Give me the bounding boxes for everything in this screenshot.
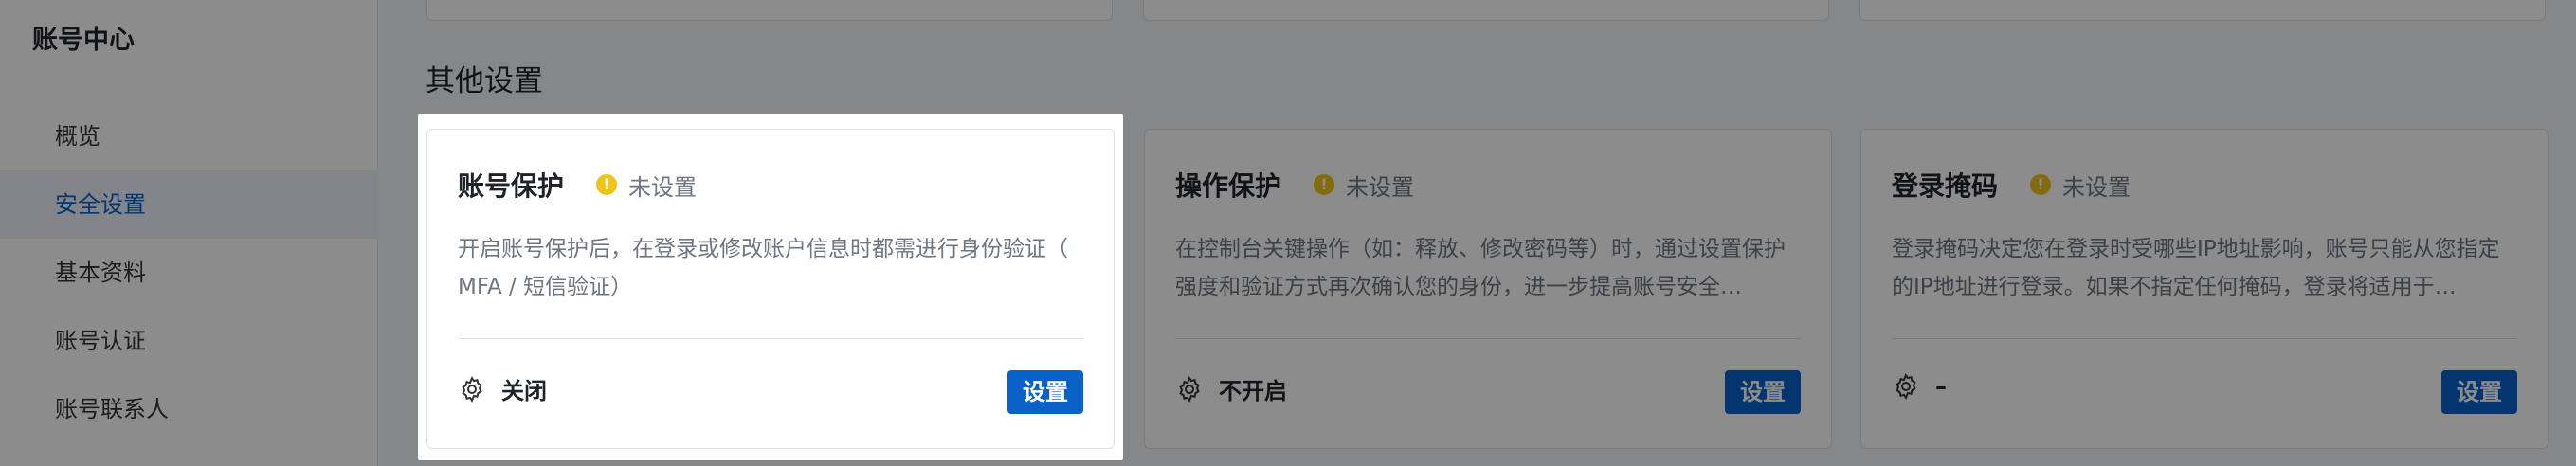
divider: [1175, 338, 1801, 339]
set-button[interactable]: 设置: [1725, 370, 1801, 414]
sidebar-item-overview[interactable]: 概览: [0, 102, 378, 170]
divider: [458, 338, 1083, 339]
previous-card-fragment: [426, 0, 1113, 21]
status-text: 未设置: [1346, 173, 1415, 201]
warning-icon: !: [2030, 174, 2052, 195]
gear-icon: [1179, 375, 1200, 403]
account-protection-card: 账号保护 ! 未设置 开启账号保护后，在登录或修改账户信息时都需进行身份验证（ …: [426, 129, 1115, 449]
set-button[interactable]: 设置: [1007, 370, 1083, 414]
set-button[interactable]: 设置: [2441, 370, 2517, 414]
previous-card-fragment: [1143, 0, 1829, 21]
sidebar-title: 账号中心: [32, 26, 135, 55]
login-mask-card: 登录掩码 ! 未设置 登录掩码决定您在登录时受哪些IP地址影响，账号只能从您指定…: [1860, 129, 2549, 449]
card-description: 登录掩码决定您在登录时受哪些IP地址影响，账号只能从您指定的IP地址进行登录。如…: [1892, 237, 2500, 299]
warning-icon: !: [596, 174, 618, 195]
card-title: 账号保护: [458, 170, 565, 202]
sidebar-item-security-settings[interactable]: 安全设置: [0, 170, 378, 239]
footer-status-label: –: [1935, 373, 1947, 400]
status-text: 未设置: [2062, 173, 2132, 201]
sidebar-nav: 概览 安全设置 基本资料 账号认证 账号联系人: [0, 102, 378, 443]
highlight-spotlight: 账号保护 ! 未设置 开启账号保护后，在登录或修改账户信息时都需进行身份验证（ …: [418, 114, 1123, 460]
divider: [1892, 338, 2517, 339]
card-title: 登录掩码: [1892, 170, 1999, 202]
previous-card-fragment: [1859, 0, 2546, 21]
card-title: 操作保护: [1175, 170, 1282, 202]
footer-status-label: 关闭: [501, 378, 547, 404]
gear-icon: [1896, 372, 1916, 401]
footer-status-label: 不开启: [1219, 378, 1287, 404]
card-description: 在控制台关键操作（如：释放、修改密码等）时，通过设置保护强度和验证方式再次确认您…: [1175, 237, 1786, 299]
gear-icon: [462, 375, 482, 403]
sidebar-item-account-contacts[interactable]: 账号联系人: [0, 375, 378, 443]
sidebar: 账号中心 概览 安全设置 基本资料 账号认证 账号联系人: [0, 0, 378, 466]
sidebar-item-basic-info[interactable]: 基本资料: [0, 239, 378, 307]
section-title: 其他设置: [426, 64, 543, 99]
status-text: 未设置: [628, 173, 698, 201]
operation-protection-card: 操作保护 ! 未设置 在控制台关键操作（如：释放、修改密码等）时，通过设置保护强…: [1144, 129, 1832, 449]
warning-icon: !: [1314, 174, 1335, 195]
sidebar-item-account-verification[interactable]: 账号认证: [0, 307, 378, 375]
card-description: 开启账号保护后，在登录或修改账户信息时都需进行身份验证（ MFA / 短信验证）: [458, 237, 1068, 299]
